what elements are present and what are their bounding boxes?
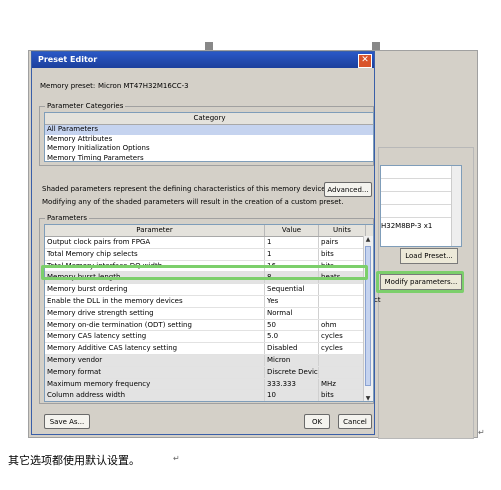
parameter-value-cell[interactable]: Normal xyxy=(265,307,319,319)
parameter-units-cell xyxy=(319,307,366,319)
parameter-row[interactable]: Memory CAS latency setting 5.0 cycles xyxy=(45,331,373,344)
category-item[interactable]: Memory Initialization Options xyxy=(45,144,373,154)
category-column-header[interactable]: Category xyxy=(45,113,373,124)
background-preset-list[interactable]: H32M8BP-3 x1 xyxy=(380,165,462,247)
parameter-units-cell: ohm xyxy=(319,319,366,331)
info-text-shaded: Shaded parameters represent the defining… xyxy=(42,185,328,193)
parameter-row[interactable]: Memory drive strength setting Normal xyxy=(45,307,373,320)
parameter-value-cell[interactable]: Disabled xyxy=(265,343,319,355)
parameter-name-cell: Enable the DLL in the memory devices xyxy=(45,295,265,307)
parameter-units-cell: bits xyxy=(319,248,366,260)
parameter-units-cell: bits xyxy=(319,390,366,401)
dialog-title: Preset Editor xyxy=(38,55,98,64)
parameter-name-cell: Maximum memory frequency xyxy=(45,378,265,390)
parameter-units-cell xyxy=(319,366,366,378)
caption-text: 其它选项都使用默认设置。 xyxy=(8,454,140,467)
burst-length-highlight xyxy=(41,265,368,280)
save-as-button[interactable]: Save As... xyxy=(44,414,90,429)
parameters-scrollbar[interactable]: ▲ ▼ xyxy=(363,236,373,401)
parameter-value-cell[interactable]: 333.333 xyxy=(265,378,319,390)
paragraph-mark-icon: ↵ xyxy=(478,428,485,437)
units-column-header[interactable]: Units xyxy=(319,225,366,236)
parameter-row[interactable]: Maximum memory frequency 333.333 MHz xyxy=(45,378,373,391)
parameter-row[interactable]: Column address width 10 bits xyxy=(45,390,373,401)
category-item[interactable]: Memory Attributes xyxy=(45,135,373,145)
dialog-title-bar[interactable]: Preset Editor ✕ xyxy=(32,52,374,68)
parameter-row[interactable]: Memory burst ordering Sequential xyxy=(45,284,373,296)
memory-preset-value: Micron MT47H32M16CC-3 xyxy=(98,82,189,90)
parameter-row[interactable]: Memory Additive CAS latency setting Disab… xyxy=(45,343,373,355)
parameter-categories-legend: Parameter Categories xyxy=(45,102,126,110)
parameter-value-cell[interactable]: Discrete Device xyxy=(265,366,319,378)
parameter-row[interactable]: Total Memory chip selects 1 bits xyxy=(45,248,373,261)
window-corner-marker xyxy=(205,42,213,50)
info-text-modifying: Modifying any of the shaded parameters w… xyxy=(42,198,344,206)
parameter-units-cell: cycles xyxy=(319,331,366,343)
parameter-value-cell[interactable]: 50 xyxy=(265,319,319,331)
parameter-row[interactable]: Memory format Discrete Device xyxy=(45,366,373,379)
parameter-units-cell: cycles xyxy=(319,343,366,355)
parameter-name-cell: Memory burst ordering xyxy=(45,284,265,296)
parameter-row[interactable]: Memory on-die termination (ODT) setting 5… xyxy=(45,319,373,332)
parameter-row[interactable]: Enable the DLL in the memory devices Yes xyxy=(45,295,373,308)
parameter-name-cell: Output clock pairs from FPGA xyxy=(45,237,265,248)
advanced-button[interactable]: Advanced... xyxy=(324,182,372,197)
memory-preset-label: Memory preset: xyxy=(40,82,96,90)
parameter-value-cell[interactable]: 1 xyxy=(265,237,319,248)
parameter-value-cell[interactable]: 5.0 xyxy=(265,331,319,343)
parameter-name-cell: Memory format xyxy=(45,366,265,378)
parameter-units-cell: MHz xyxy=(319,378,366,390)
parameter-row[interactable]: Output clock pairs from FPGA 1 pairs xyxy=(45,237,373,249)
modify-parameters-button[interactable]: Modify parameters... xyxy=(380,274,462,290)
parameter-units-cell xyxy=(319,295,366,307)
parameter-value-cell[interactable]: 1 xyxy=(265,248,319,260)
parameter-value-cell[interactable]: Micron xyxy=(265,354,319,366)
preset-editor-dialog: Preset Editor ✕ Memory preset: Micron MT… xyxy=(31,51,375,435)
preset-list-item[interactable]: H32M8BP-3 x1 xyxy=(381,222,451,230)
parameter-name-cell: Column address width xyxy=(45,390,265,401)
scroll-down-icon[interactable]: ▼ xyxy=(364,395,372,401)
scroll-up-icon[interactable]: ▲ xyxy=(364,236,372,244)
parameters-table: Parameter Value Units Output clock pairs… xyxy=(44,224,374,402)
parameter-name-cell: Total Memory chip selects xyxy=(45,248,265,260)
category-item[interactable]: All Parameters xyxy=(45,125,373,135)
category-table: Category All Parameters Memory Attribute… xyxy=(44,112,374,162)
paragraph-mark-icon: ↵ xyxy=(173,454,180,463)
cancel-button[interactable]: Cancel xyxy=(338,414,372,429)
load-preset-button[interactable]: Load Preset... xyxy=(400,248,458,264)
parameter-column-header[interactable]: Parameter xyxy=(45,225,265,236)
value-column-header[interactable]: Value xyxy=(265,225,319,236)
parameter-units-cell: pairs xyxy=(319,237,366,248)
close-icon[interactable]: ✕ xyxy=(358,54,372,68)
category-item[interactable]: Memory Timing Parameters xyxy=(45,154,373,162)
parameter-name-cell: Memory Additive CAS latency setting xyxy=(45,343,265,355)
parameter-name-cell: Memory drive strength setting xyxy=(45,307,265,319)
parameter-name-cell: Memory on-die termination (ODT) setting xyxy=(45,319,265,331)
parameter-units-cell xyxy=(319,354,366,366)
ok-button[interactable]: OK xyxy=(304,414,330,429)
parameter-value-cell[interactable]: 10 xyxy=(265,390,319,401)
parameter-value-cell[interactable]: Sequential xyxy=(265,284,319,296)
parameters-legend: Parameters xyxy=(45,214,90,222)
parameter-name-cell: Memory CAS latency setting xyxy=(45,331,265,343)
parameter-row[interactable]: Memory vendor Micron xyxy=(45,354,373,367)
preset-list-scrollbar[interactable] xyxy=(451,166,461,246)
window-corner-marker xyxy=(372,42,380,50)
parameter-value-cell[interactable]: Yes xyxy=(265,295,319,307)
parameter-units-cell xyxy=(319,284,366,296)
parameter-name-cell: Memory vendor xyxy=(45,354,265,366)
